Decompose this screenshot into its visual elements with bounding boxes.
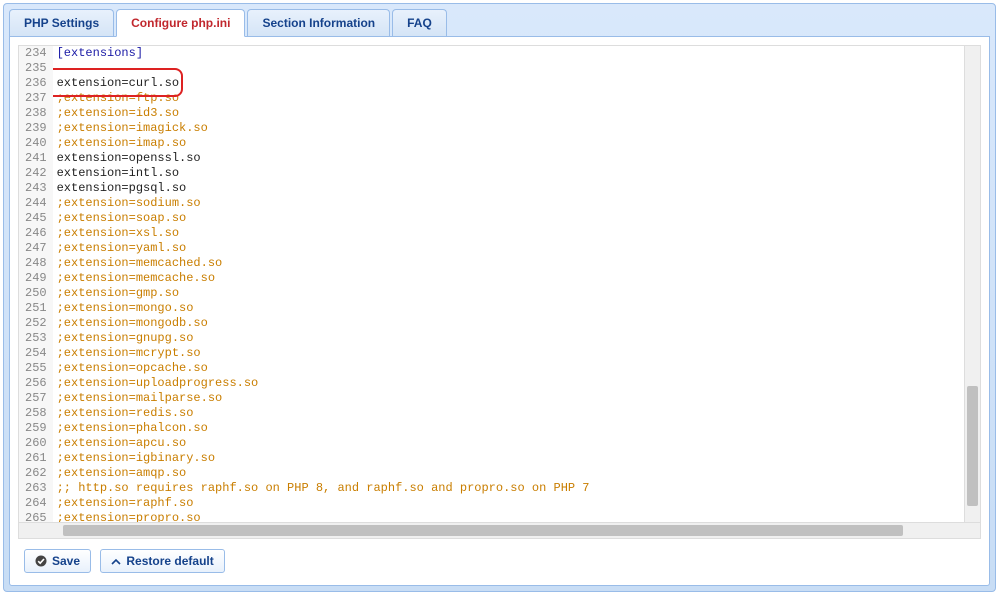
tab-php-settings[interactable]: PHP Settings [9,9,114,37]
line-number: 243 [25,181,47,196]
code-line[interactable]: ;extension=propro.so [53,511,964,522]
code-line[interactable]: ;extension=redis.so [53,406,964,421]
line-number: 263 [25,481,47,496]
line-number: 250 [25,286,47,301]
line-number: 249 [25,271,47,286]
code-line[interactable]: ;extension=mcrypt.so [53,346,964,361]
line-number: 245 [25,211,47,226]
code-content[interactable]: [extensions]extension=curl.so;extension=… [53,46,964,522]
line-number: 242 [25,166,47,181]
restore-button-label: Restore default [126,554,213,568]
code-line[interactable]: ;extension=memcached.so [53,256,964,271]
line-number: 262 [25,466,47,481]
save-button[interactable]: Save [24,549,91,573]
code-line[interactable]: ;extension=yaml.so [53,241,964,256]
code-line[interactable]: [extensions] [53,46,964,61]
code-line[interactable]: ;extension=id3.so [53,106,964,121]
code-line[interactable]: ;extension=xsl.so [53,226,964,241]
tab-configure-php-ini[interactable]: Configure php.ini [116,9,245,37]
code-line[interactable]: extension=openssl.so [53,151,964,166]
vertical-scrollbar-thumb[interactable] [967,386,978,506]
line-number: 240 [25,136,47,151]
code-line[interactable]: ;extension=imagick.so [53,121,964,136]
code-line[interactable]: extension=pgsql.so [53,181,964,196]
code-line[interactable]: ;extension=opcache.so [53,361,964,376]
line-number: 254 [25,346,47,361]
line-number: 236 [25,76,47,91]
code-line[interactable]: ;; http.so requires raphf.so on PHP 8, a… [53,481,964,496]
code-line[interactable]: ;extension=imap.so [53,136,964,151]
code-line[interactable]: ;extension=sodium.so [53,196,964,211]
line-number: 253 [25,331,47,346]
code-line[interactable]: extension=intl.so [53,166,964,181]
chevron-up-icon [111,556,121,566]
line-number: 261 [25,451,47,466]
line-number: 246 [25,226,47,241]
restore-default-button[interactable]: Restore default [100,549,224,573]
line-number: 241 [25,151,47,166]
code-line[interactable]: ;extension=ftp.so [53,91,964,106]
code-line[interactable]: ;extension=apcu.so [53,436,964,451]
code-line[interactable]: ;extension=gnupg.so [53,331,964,346]
code-line[interactable]: ;extension=mailparse.so [53,391,964,406]
code-line[interactable]: ;extension=uploadprogress.so [53,376,964,391]
code-line[interactable]: extension=curl.so [53,76,964,91]
code-line[interactable]: ;extension=mongodb.so [53,316,964,331]
line-number: 239 [25,121,47,136]
line-number: 248 [25,256,47,271]
code-line[interactable]: ;extension=raphf.so [53,496,964,511]
line-number: 259 [25,421,47,436]
code-line[interactable]: ;extension=phalcon.so [53,421,964,436]
line-number: 255 [25,361,47,376]
line-number: 247 [25,241,47,256]
check-icon [35,555,47,567]
code-line[interactable]: ;extension=memcache.so [53,271,964,286]
horizontal-scrollbar[interactable] [18,523,981,539]
code-line[interactable]: ;extension=mongo.so [53,301,964,316]
code-line[interactable]: ;extension=igbinary.so [53,451,964,466]
line-number-gutter: 2342352362372382392402412422432442452462… [19,46,53,522]
line-number: 252 [25,316,47,331]
horizontal-scrollbar-thumb[interactable] [63,525,903,536]
line-number: 234 [25,46,47,61]
php-settings-panel: PHP Settings Configure php.ini Section I… [3,3,996,592]
line-number: 244 [25,196,47,211]
line-number: 264 [25,496,47,511]
code-line[interactable]: ;extension=gmp.so [53,286,964,301]
tab-bar: PHP Settings Configure php.ini Section I… [6,6,993,37]
code-line[interactable] [53,61,964,76]
line-number: 265 [25,511,47,523]
editor-area: 2342352362372382392402412422432442452462… [9,36,990,586]
tab-faq[interactable]: FAQ [392,9,447,37]
php-ini-editor[interactable]: 2342352362372382392402412422432442452462… [18,45,981,523]
line-number: 251 [25,301,47,316]
line-number: 260 [25,436,47,451]
line-number: 238 [25,106,47,121]
line-number: 258 [25,406,47,421]
editor-toolbar: Save Restore default [18,539,981,577]
tab-section-information[interactable]: Section Information [247,9,390,37]
line-number: 256 [25,376,47,391]
line-number: 257 [25,391,47,406]
line-number: 235 [25,61,47,76]
save-button-label: Save [52,554,80,568]
code-line[interactable]: ;extension=amqp.so [53,466,964,481]
vertical-scrollbar[interactable] [964,46,980,522]
code-line[interactable]: ;extension=soap.so [53,211,964,226]
line-number: 237 [25,91,47,106]
